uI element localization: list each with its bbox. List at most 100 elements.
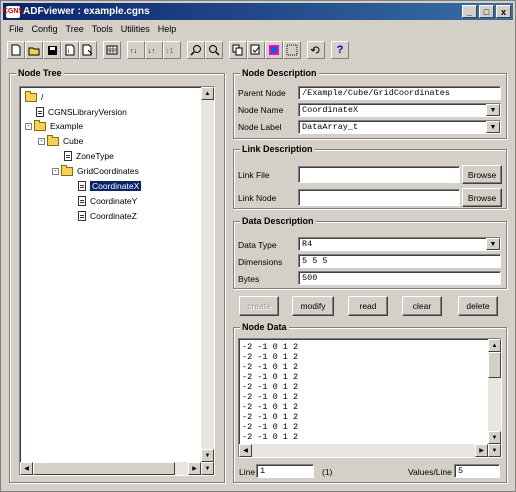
select-icon[interactable] [283, 41, 301, 59]
link-node-field[interactable] [298, 189, 460, 206]
menu-tools[interactable]: Tools [88, 22, 117, 36]
link2-icon[interactable]: ↓↑ [145, 41, 163, 59]
open-icon[interactable] [25, 41, 43, 59]
folder-icon [34, 119, 46, 131]
save-icon[interactable] [43, 41, 61, 59]
link-description-title: Link Description [240, 144, 315, 154]
scroll-down-corner-icon[interactable]: ▼ [488, 444, 501, 457]
collapse-icon[interactable]: - [38, 137, 45, 145]
find-next-icon[interactable] [205, 41, 223, 59]
tree-node-root[interactable]: / [25, 90, 43, 102]
tree-node-label: GridCoordinates [77, 166, 139, 176]
svg-text:↓↑: ↓↑ [148, 48, 155, 55]
menu-help[interactable]: Help [154, 22, 181, 36]
read-button[interactable]: read [348, 296, 388, 316]
menu-tree[interactable]: Tree [62, 22, 88, 36]
line-field[interactable]: 1 [256, 464, 314, 478]
node-name-field[interactable]: CoordinateX [298, 103, 501, 117]
tree-horizontal-scrollbar[interactable]: ◀ ▶ [20, 462, 201, 475]
link-file-field[interactable] [298, 166, 460, 183]
chevron-down-icon[interactable]: ▼ [486, 238, 500, 250]
data-type-field[interactable]: R4 [298, 237, 501, 251]
scroll-right-icon[interactable]: ▶ [475, 444, 488, 457]
find-icon[interactable] [187, 41, 205, 59]
copy-icon[interactable] [229, 41, 247, 59]
node-tree-title: Node Tree [16, 68, 64, 78]
tree-node-label: ZoneType [76, 151, 114, 161]
browse-link-node-button[interactable]: Browse [462, 188, 502, 207]
chevron-down-icon[interactable]: ▼ [486, 104, 500, 116]
data-line: -2 -1 0 1 2 [242, 362, 299, 372]
node-tree-panel: Node Tree / CGNSLibraryVersion - Example… [9, 68, 225, 483]
scroll-down-corner-icon[interactable]: ▼ [201, 462, 214, 475]
document-icon [78, 196, 86, 206]
tree-node-gridcoordinates[interactable]: - GridCoordinates [52, 164, 139, 176]
help-icon[interactable]: ? [331, 41, 349, 59]
node-data-view[interactable]: -2 -1 0 1 2 -2 -1 0 1 2 -2 -1 0 1 2 -2 -… [238, 338, 502, 458]
file-props-icon[interactable] [79, 41, 97, 59]
svg-text:↑↓: ↑↓ [130, 48, 137, 55]
grid-icon[interactable] [103, 41, 121, 59]
create-button[interactable]: create [239, 296, 279, 316]
link3-icon[interactable]: ↕1 [163, 41, 181, 59]
node-data-panel: Node Data -2 -1 0 1 2 -2 -1 0 1 2 -2 -1 … [233, 322, 507, 483]
tree-node-cube[interactable]: - Cube [38, 134, 83, 146]
tree-node-coordinatez[interactable]: CoordinateZ [78, 211, 137, 221]
scroll-down-icon[interactable]: ▼ [488, 431, 501, 444]
window-title: ADFviewer : example.cgns [23, 6, 150, 17]
minimize-button[interactable]: _ [462, 5, 477, 18]
node-label-field[interactable]: DataArray_t [298, 120, 501, 134]
tree-vertical-scrollbar[interactable]: ▲ ▼ [201, 87, 214, 462]
app-icon: CGNS [3, 5, 23, 18]
scroll-left-icon[interactable]: ◀ [20, 462, 33, 475]
tree-node-cgnslibraryversion[interactable]: CGNSLibraryVersion [36, 107, 127, 117]
refresh-icon[interactable] [307, 41, 325, 59]
data-line: -2 -1 0 1 2 [242, 412, 299, 422]
delete-button[interactable]: delete [458, 296, 498, 316]
tree-node-coordinatex[interactable]: CoordinateX [78, 181, 142, 191]
tree-node-example[interactable]: - Example [25, 119, 83, 131]
menu-utilities[interactable]: Utilities [117, 22, 154, 36]
scroll-thumb[interactable] [33, 462, 175, 475]
collapse-icon[interactable]: - [52, 167, 59, 175]
menu-config[interactable]: Config [28, 22, 62, 36]
menu-file[interactable]: File [5, 22, 28, 36]
folder-icon [25, 90, 37, 102]
clear-button[interactable]: clear [402, 296, 442, 316]
scroll-up-icon[interactable]: ▲ [201, 87, 214, 100]
values-per-line-field[interactable]: 5 [454, 464, 500, 478]
data-line: -2 -1 0 1 2 [242, 432, 299, 442]
browse-link-file-button[interactable]: Browse [462, 165, 502, 184]
node-tree-view[interactable]: / CGNSLibraryVersion - Example - Cube Zo… [19, 86, 215, 476]
close-button[interactable]: x [496, 5, 511, 18]
chevron-down-icon[interactable]: ▼ [486, 121, 500, 133]
new-icon[interactable] [7, 41, 25, 59]
parent-node-field[interactable]: /Example/Cube/GridCoordinates [298, 86, 501, 100]
check-icon[interactable] [247, 41, 265, 59]
tree-node-label: CoordinateZ [90, 211, 137, 221]
tree-node-zonetype[interactable]: ZoneType [64, 151, 114, 161]
scroll-down-icon[interactable]: ▼ [201, 449, 214, 462]
data-vertical-scrollbar[interactable]: ▲ ▼ [488, 339, 501, 444]
collapse-icon[interactable]: - [25, 122, 32, 130]
link-icon[interactable]: ↑↓ [127, 41, 145, 59]
node-name-label: Node Name [238, 105, 284, 115]
scroll-up-icon[interactable]: ▲ [488, 339, 501, 352]
tree-node-coordinatey[interactable]: CoordinateY [78, 196, 137, 206]
dimensions-label: Dimensions [238, 257, 283, 267]
scroll-thumb[interactable] [488, 352, 501, 378]
data-line: -2 -1 0 1 2 [242, 372, 299, 382]
data-horizontal-scrollbar[interactable]: ◀ ▶ [239, 444, 488, 457]
link-file-label: Link File [238, 170, 270, 180]
data-type-label: Data Type [238, 240, 277, 250]
plot-icon[interactable] [265, 41, 283, 59]
file-info-icon[interactable]: i [61, 41, 79, 59]
link-node-label: Link Node [238, 193, 277, 203]
link-description-panel: Link Description Link File Browse Link N… [233, 144, 507, 209]
dimensions-field[interactable]: 5 5 5 [298, 254, 501, 268]
maximize-button[interactable]: □ [479, 5, 494, 18]
scroll-right-icon[interactable]: ▶ [188, 462, 201, 475]
modify-button[interactable]: modify [292, 296, 334, 316]
line-label: Line [239, 467, 256, 477]
scroll-left-icon[interactable]: ◀ [239, 444, 252, 457]
